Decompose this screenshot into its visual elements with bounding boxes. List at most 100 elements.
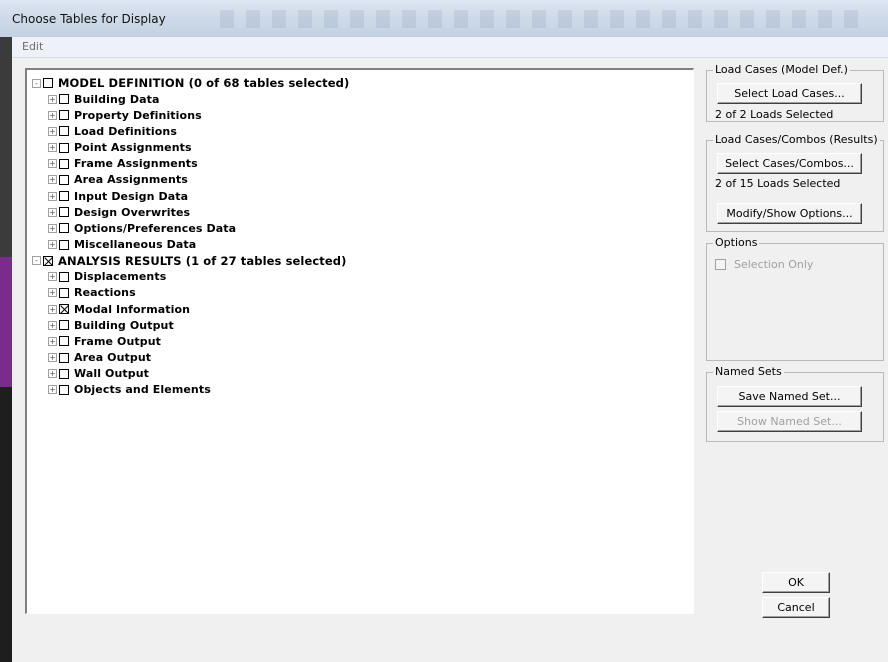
tree-item-checkbox[interactable] [59, 174, 69, 185]
load-cases-results-status: 2 of 15 Loads Selected [715, 177, 841, 190]
tree-item-checkbox[interactable] [59, 207, 69, 218]
left-window-edge [0, 37, 12, 662]
tree-item[interactable]: + Area Output [48, 350, 151, 366]
expand-icon[interactable]: + [48, 159, 57, 169]
tree-item[interactable]: + Modal Information [48, 301, 190, 317]
tree-item-label: Load Definitions [74, 124, 178, 138]
tree-item-label: Point Assignments [74, 141, 192, 155]
tree-item-checkbox[interactable] [59, 239, 69, 250]
tree-item[interactable]: + Wall Output [48, 366, 149, 382]
tree-item-checkbox[interactable] [59, 142, 69, 153]
menu-edit[interactable]: Edit [22, 40, 43, 53]
tree-item-label: Miscellaneous Data [74, 238, 197, 251]
window-title: Choose Tables for Display [12, 12, 166, 26]
tree-item-checkbox[interactable] [59, 384, 69, 395]
tree-item[interactable]: + Design Overwrites [48, 204, 190, 220]
tree-item-checkbox[interactable] [59, 191, 69, 202]
expand-icon[interactable]: + [48, 207, 57, 217]
tree-item-label: Wall Output [74, 367, 150, 381]
tree-item-label: Modal Information [74, 302, 191, 316]
expand-icon[interactable]: + [48, 336, 57, 346]
tree-item[interactable]: + Building Output [48, 317, 174, 333]
tree-item[interactable]: + Load Definitions [48, 123, 177, 139]
show-named-set-button[interactable]: Show Named Set... [717, 411, 862, 432]
tree-item[interactable]: - MODEL DEFINITION (0 of 68 tables select… [32, 75, 349, 91]
collapse-icon[interactable]: - [32, 256, 41, 266]
tree-item-label: Frame Assignments [74, 157, 198, 171]
tree-item-checkbox[interactable] [59, 271, 69, 282]
selection-only-label: Selection Only [734, 258, 814, 271]
expand-icon[interactable]: + [48, 175, 57, 185]
tree-item[interactable]: + Frame Output [48, 333, 161, 349]
tree-item[interactable]: + Frame Assignments [48, 156, 198, 172]
tree-item-label: Input Design Data [74, 189, 189, 203]
tree-item[interactable]: + Building Data [48, 91, 159, 107]
expand-icon[interactable]: + [48, 272, 57, 282]
tree-item-label: Property Definitions [74, 108, 202, 122]
tree-item-checkbox[interactable] [59, 336, 69, 347]
expand-icon[interactable]: + [48, 304, 57, 314]
tree-item-checkbox[interactable] [59, 304, 69, 315]
expand-icon[interactable]: + [48, 223, 57, 233]
ok-button[interactable]: OK [762, 572, 830, 593]
tree-item-checkbox[interactable] [59, 223, 69, 234]
expand-icon[interactable]: + [48, 110, 57, 120]
expand-icon[interactable]: + [48, 143, 57, 153]
named-sets-legend: Named Sets [713, 365, 784, 378]
tree-item-checkbox[interactable] [59, 94, 69, 105]
load-cases-model-legend: Load Cases (Model Def.) [713, 63, 850, 76]
tree-item-checkbox[interactable] [59, 320, 69, 331]
tree-item-checkbox[interactable] [59, 287, 69, 298]
tree-item[interactable]: + Displacements [48, 269, 166, 285]
expand-icon[interactable]: + [48, 191, 57, 201]
tree-item-checkbox[interactable] [43, 78, 53, 88]
tree-item[interactable]: + Reactions [48, 285, 136, 301]
expand-icon[interactable]: + [48, 288, 57, 298]
title-bar: Choose Tables for Display [0, 0, 888, 37]
tree-item-label: Displacements [74, 270, 167, 284]
selection-only-box[interactable] [715, 259, 726, 270]
modify-show-options-button[interactable]: Modify/Show Options... [717, 203, 862, 224]
tree-item-checkbox[interactable] [59, 110, 69, 121]
tree-item[interactable]: + Options/Preferences Data [48, 220, 236, 236]
table-tree[interactable]: - MODEL DEFINITION (0 of 68 tables select… [25, 68, 694, 614]
select-cases-combos-button[interactable]: Select Cases/Combos... [717, 153, 862, 174]
tree-item[interactable]: + Point Assignments [48, 140, 192, 156]
select-load-cases-button[interactable]: Select Load Cases... [717, 83, 862, 104]
tree-item[interactable]: + Property Definitions [48, 107, 202, 123]
tree-item[interactable]: + Area Assignments [48, 172, 188, 188]
tree-item[interactable]: + Miscellaneous Data [48, 237, 196, 253]
tree-item-label: Building Output [74, 318, 174, 332]
tree-item-label: Objects and Elements [74, 383, 211, 397]
tree-item-checkbox[interactable] [43, 255, 53, 266]
tree-item[interactable]: + Objects and Elements [48, 382, 211, 398]
save-named-set-button[interactable]: Save Named Set... [717, 386, 862, 407]
tree-item-checkbox[interactable] [59, 158, 69, 169]
expand-icon[interactable]: + [48, 94, 57, 104]
expand-icon[interactable]: + [48, 369, 57, 379]
tree-item-label: Options/Preferences Data [74, 221, 237, 235]
tree-item-label: ANALYSIS RESULTS (1 of 27 tables selecte… [58, 253, 347, 268]
load-cases-results-legend: Load Cases/Combos (Results) [713, 133, 880, 146]
tree-item-checkbox[interactable] [59, 368, 69, 379]
expand-icon[interactable]: + [48, 126, 57, 136]
expand-icon[interactable]: + [48, 353, 57, 363]
collapse-icon[interactable]: - [32, 78, 41, 88]
expand-icon[interactable]: + [48, 385, 57, 395]
tree-item-label: Frame Output [74, 334, 162, 348]
tree-item-label: Design Overwrites [74, 205, 191, 219]
tree-item[interactable]: + Input Design Data [48, 188, 188, 204]
selection-only-checkbox[interactable]: Selection Only [715, 258, 813, 271]
cancel-button[interactable]: Cancel [762, 597, 830, 618]
edge-accent [0, 257, 12, 387]
tree-item-label: Building Data [74, 92, 160, 106]
tree-item-checkbox[interactable] [59, 352, 69, 363]
menu-bar: Edit [12, 38, 888, 58]
tree-item[interactable]: - ANALYSIS RESULTS (1 of 27 tables select… [32, 253, 346, 269]
title-bar-background [220, 10, 870, 28]
options-legend: Options [713, 236, 760, 249]
tree-item-label: MODEL DEFINITION (0 of 68 tables selecte… [58, 76, 350, 90]
expand-icon[interactable]: + [48, 240, 57, 249]
tree-item-checkbox[interactable] [59, 126, 69, 137]
expand-icon[interactable]: + [48, 320, 57, 330]
